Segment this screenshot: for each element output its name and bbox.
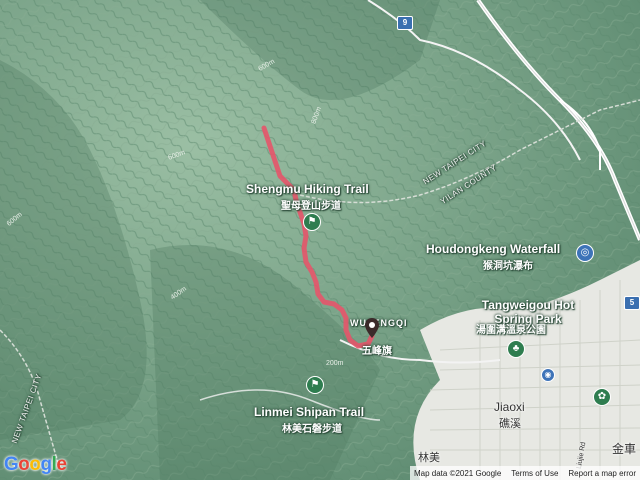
tree-icon[interactable]: ♣ xyxy=(507,340,525,358)
poi-label-waterfall[interactable]: Houdongkeng Waterfall xyxy=(426,242,560,256)
report-map-error-link[interactable]: Report a map error xyxy=(568,469,636,478)
town-label-jiaoxi: Jiaoxi xyxy=(494,400,525,414)
location-pin-icon[interactable] xyxy=(365,318,379,338)
train-icon[interactable]: ◉ xyxy=(541,368,555,382)
poi-label-shengmu-trail-zh[interactable]: 聖母登山步道 xyxy=(281,197,341,212)
waterfall-icon[interactable]: ◎ xyxy=(576,244,594,262)
poi-label-hot-spring-park-zh[interactable]: 湯圍溝溫泉公園 xyxy=(476,321,546,336)
place-label-wufengqi-zh: 五峰旗 xyxy=(362,346,392,357)
hiker-icon[interactable]: ⚑ xyxy=(306,376,324,394)
poi-label-linmei-trail[interactable]: Linmei Shipan Trail xyxy=(254,405,364,419)
map-attribution-bar: Map data ©2021 Google Terms of Use Repor… xyxy=(409,466,640,480)
terms-of-use-link[interactable]: Terms of Use xyxy=(511,469,558,478)
google-logo: Google xyxy=(4,454,67,475)
highway-shield-9: 9 xyxy=(397,16,413,30)
place-label-jinche: 金車 xyxy=(612,442,637,456)
hiker-icon[interactable]: ⚑ xyxy=(303,213,321,231)
map-data-text: Map data ©2021 Google xyxy=(413,468,502,478)
poi-label-linmei-trail-zh[interactable]: 林美石磐步道 xyxy=(282,420,342,435)
poi-label-shengmu-trail[interactable]: Shengmu Hiking Trail xyxy=(246,182,369,196)
town-label-jiaoxi-zh: 礁溪 xyxy=(499,418,521,430)
poi-label-waterfall-zh[interactable]: 猴洞坑瀑布 xyxy=(483,257,533,272)
highway-shield-5: 5 xyxy=(624,296,640,310)
contour-label: 200m xyxy=(326,360,344,367)
place-label-linmei: 林美 xyxy=(418,452,440,464)
flower-icon[interactable]: ✿ xyxy=(593,388,611,406)
map-view[interactable]: 9 5 600m 800m 600m 600m 400m 200m NEW TA… xyxy=(0,0,640,480)
